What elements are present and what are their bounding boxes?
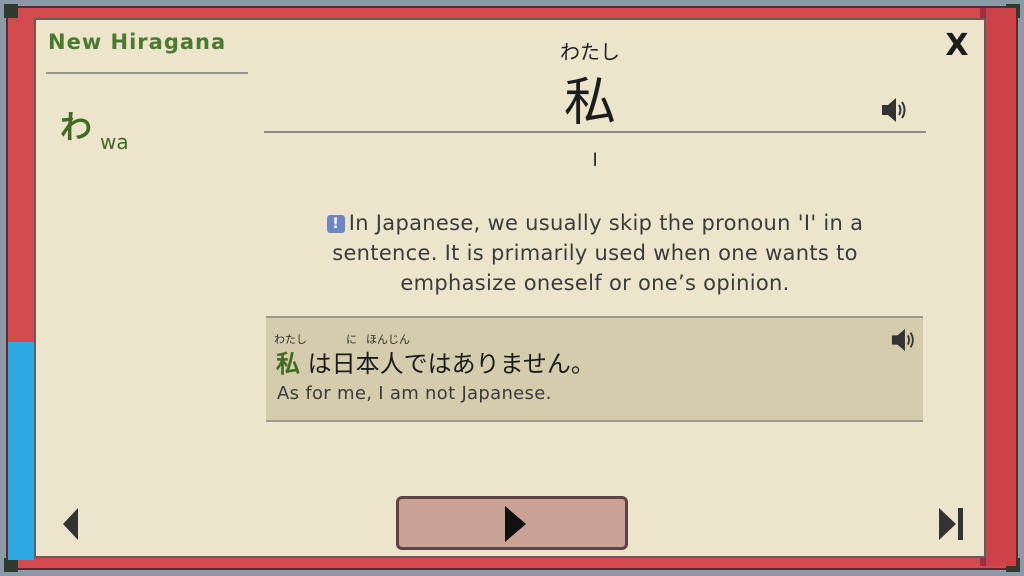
- progress-bar-fill: [8, 342, 34, 560]
- next-button[interactable]: [396, 496, 628, 550]
- example-sentence-box: わたし に ほんじん 私 は日本人ではありません。 As for me, I a…: [266, 316, 923, 422]
- speaker-icon[interactable]: [880, 96, 910, 128]
- example-translation: As for me, I am not Japanese.: [277, 383, 552, 404]
- previous-arrow-icon: [63, 508, 78, 540]
- new-hiragana-title: New Hiragana: [48, 30, 227, 54]
- kana-character: わ: [60, 108, 93, 146]
- word-meaning: I: [592, 149, 598, 171]
- speaker-icon[interactable]: [890, 327, 918, 357]
- skip-to-end-icon: [939, 508, 963, 540]
- close-button[interactable]: X: [944, 28, 970, 63]
- exclamation-icon: !: [326, 215, 345, 233]
- frame-corner: [4, 4, 18, 18]
- example-sentence: 私 は日本人ではありません。: [276, 344, 595, 379]
- note-text: In Japanese, we usually skip the pronoun…: [332, 211, 864, 295]
- frame-corner: [4, 558, 18, 572]
- previous-button[interactable]: [60, 506, 82, 542]
- word-kanji: 私: [563, 73, 616, 133]
- word-divider: [264, 131, 926, 133]
- play-icon: [505, 506, 526, 542]
- example-highlight-word: 私: [276, 350, 300, 378]
- example-sentence-rest: は日本人ではありません。: [307, 350, 595, 378]
- sidebar-divider: [46, 72, 248, 74]
- kana-romaji: wa: [100, 130, 129, 154]
- skip-to-end-button[interactable]: [936, 504, 966, 544]
- grammar-note: ! In Japanese, we usually skip the pronou…: [290, 208, 900, 298]
